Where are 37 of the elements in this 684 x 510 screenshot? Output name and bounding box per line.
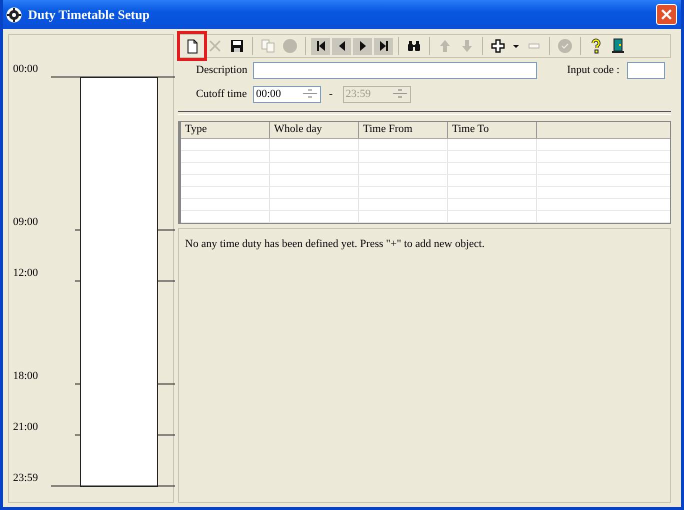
time-label: 09:00 [13,216,38,228]
description-field[interactable] [253,62,537,78]
binoculars-icon [406,38,422,54]
dash-separator: - [329,88,333,100]
close-icon [661,9,672,20]
disc-icon [557,38,573,54]
message-text: No any time duty has been defined yet. Press "+" to add new object. [185,238,485,250]
right-triangle-button[interactable] [353,38,372,54]
time-label: 18:00 [13,370,38,382]
time-label: 23:59 [13,472,38,484]
plus-icon [490,38,506,54]
field-label: Cutoff time [196,88,248,100]
skip-to-end-button[interactable] [374,38,393,54]
input-code-field[interactable] [627,62,665,78]
time-label: 00:00 [13,63,38,75]
left-triangle-button[interactable] [332,38,351,54]
time-input[interactable]: 00:00 [254,88,302,100]
close-button[interactable] [656,4,677,25]
column-header[interactable]: Whole day [270,122,359,138]
field-label: Input code : [567,64,621,76]
time-label: 21:00 [13,421,38,433]
column-header[interactable]: Time From [359,122,448,138]
window-title: Duty Timetable Setup [28,6,151,22]
gear-icon [6,6,22,22]
time-label: 12:00 [13,267,38,279]
door-icon [610,38,626,54]
column-header[interactable]: Type [181,122,270,138]
field-label: Description [196,64,248,76]
cross-icon [207,38,223,54]
copy-icon [260,38,276,54]
up-arrow-icon [437,38,453,54]
skip-to-start-button[interactable] [311,38,330,54]
circle-icon [282,38,298,54]
caret-icon [513,44,519,48]
down-arrow-icon [459,38,475,54]
column-header[interactable]: Time To [448,122,537,138]
time-spinner[interactable]: 00:00 [253,86,321,102]
